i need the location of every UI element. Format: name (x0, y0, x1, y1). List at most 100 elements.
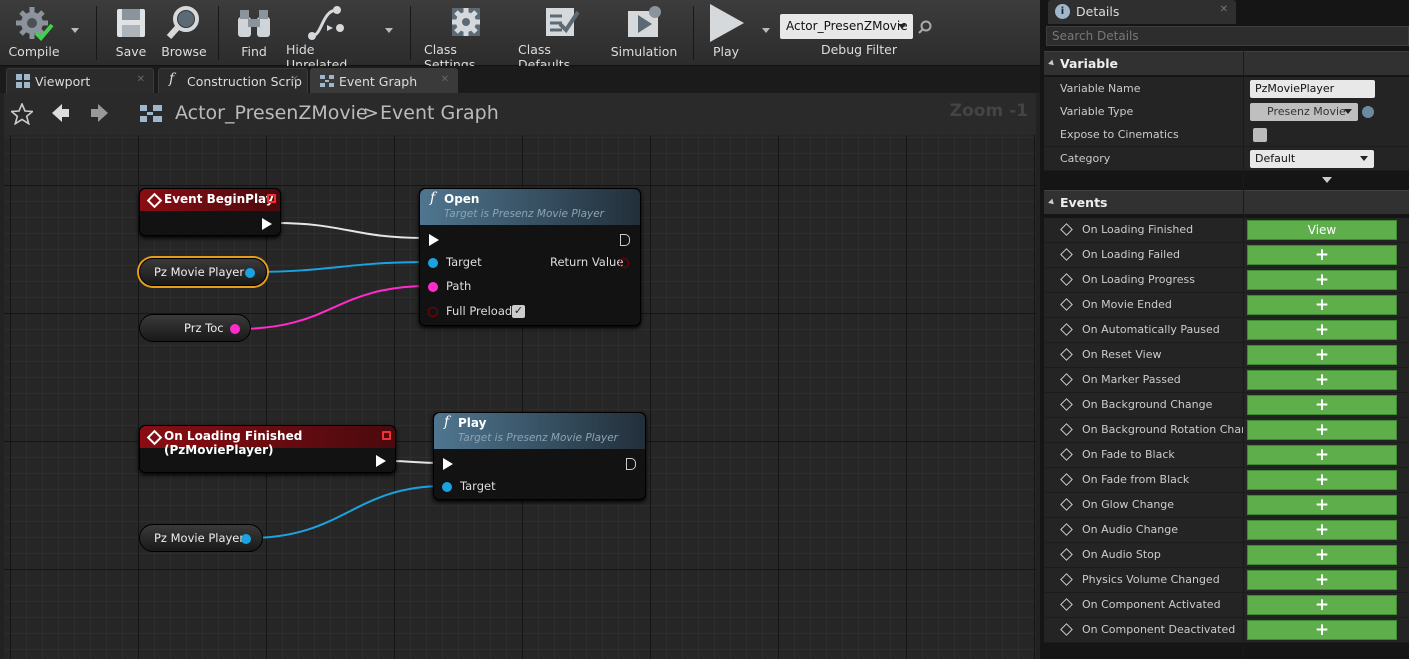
prz-toc-getter[interactable]: Prz Toc (139, 314, 251, 342)
exec-out-pin[interactable] (626, 458, 636, 470)
events-section-header[interactable]: Events (1044, 190, 1409, 214)
play-options-chevron-icon[interactable] (762, 28, 770, 33)
target-pin[interactable] (442, 482, 452, 492)
event-label: On Loading Failed (1082, 248, 1180, 261)
add-event-button[interactable]: + (1247, 345, 1397, 365)
variable-name-field[interactable]: PzMoviePlayer (1250, 80, 1375, 98)
event-diamond-icon (1060, 398, 1073, 411)
exec-out-pin[interactable] (620, 234, 630, 246)
event-label: On Component Deactivated (1082, 623, 1236, 636)
graph-canvas[interactable]: Event BeginPlay f Open Target is Presenz… (4, 135, 1036, 659)
add-event-button[interactable]: + (1247, 270, 1397, 290)
debug-search-icon[interactable] (918, 19, 932, 38)
save-button[interactable]: Save (110, 2, 152, 64)
function-icon: f (430, 190, 436, 206)
class-defaults-button[interactable]: Class Defaults (518, 2, 602, 72)
add-event-button[interactable]: + (1247, 495, 1397, 515)
getter-out-pin[interactable] (230, 324, 240, 334)
browse-button[interactable]: Browse (160, 2, 208, 64)
event-diamond-icon (1060, 523, 1073, 536)
add-event-button[interactable]: + (1247, 570, 1397, 590)
breadcrumb-blueprint[interactable]: Actor_PresenZMovie (175, 102, 368, 124)
exec-in-pin[interactable] (429, 234, 439, 246)
add-event-button[interactable]: + (1247, 620, 1397, 640)
details-tab[interactable]: i Details ✕ (1048, 0, 1236, 24)
event-diamond-icon (1060, 623, 1073, 636)
variable-section-header[interactable]: Variable (1044, 51, 1409, 75)
pz-movie-player-getter[interactable]: Pz Movie Player (139, 258, 267, 286)
gear-icon (446, 2, 486, 42)
open-function-node[interactable]: f Open Target is Presenz Movie Player Ta… (419, 188, 641, 326)
add-event-button[interactable]: + (1247, 595, 1397, 615)
pz-movie-player-getter-2[interactable]: Pz Movie Player (139, 524, 263, 552)
event-row: Physics Volume Changed + (1044, 568, 1409, 593)
browse-type-icon[interactable] (1362, 106, 1374, 118)
main-toolbar: Compile Save Browse Find Hide Unrelated … (0, 0, 1040, 72)
add-event-button[interactable]: + (1247, 420, 1397, 440)
close-icon[interactable]: ✕ (1220, 4, 1228, 15)
play-function-node[interactable]: f Play Target is Presenz Movie Player Ta… (433, 412, 646, 500)
add-event-button[interactable]: + (1247, 245, 1397, 265)
return-value-pin[interactable] (619, 258, 629, 268)
add-event-button[interactable]: + (1247, 545, 1397, 565)
advanced-expand-chevron-icon[interactable] (1322, 177, 1332, 183)
add-event-button[interactable]: + (1247, 295, 1397, 315)
hide-unrelated-button[interactable]: Hide Unrelated (286, 2, 368, 72)
return-value-label: Return Value (550, 255, 624, 269)
tab-event-graph[interactable]: Event Graph ✕ (310, 68, 458, 93)
close-icon[interactable]: ✕ (137, 74, 145, 85)
expose-cinematics-checkbox[interactable] (1253, 128, 1267, 142)
debug-object-select[interactable]: Actor_PresenZMovie (780, 14, 913, 39)
event-diamond-icon (1060, 373, 1073, 386)
play-button[interactable]: Play (704, 2, 748, 64)
zoom-level: Zoom -1 (949, 101, 1028, 121)
tab-viewport[interactable]: Viewport ✕ (6, 68, 154, 93)
event-diamond-icon (1060, 273, 1073, 286)
tab-viewport-label: Viewport (35, 74, 91, 89)
full-preload-checkbox[interactable]: ✓ (512, 305, 525, 318)
add-event-button[interactable]: + (1247, 395, 1397, 415)
on-loading-finished-event-node[interactable]: On Loading Finished (PzMoviePlayer) (139, 425, 396, 473)
path-pin[interactable] (428, 282, 438, 292)
event-diamond-icon (1060, 323, 1073, 336)
forward-arrow-icon[interactable] (90, 103, 110, 127)
add-event-button[interactable]: + (1247, 470, 1397, 490)
event-label: On Movie Ended (1082, 298, 1172, 311)
compile-options-chevron-icon[interactable] (71, 28, 79, 33)
target-pin[interactable] (428, 258, 438, 268)
event-delegate-icon (267, 194, 276, 203)
back-arrow-icon[interactable] (50, 103, 70, 127)
viewport-icon (15, 73, 31, 89)
expose-cinematics-row: Expose to Cinematics (1044, 123, 1409, 147)
hide-unrelated-chevron-icon[interactable] (385, 28, 393, 33)
category-select[interactable]: Default (1250, 150, 1374, 168)
simulation-button[interactable]: Simulation (611, 2, 677, 64)
exec-out-pin[interactable] (376, 455, 386, 467)
compile-icon (14, 2, 54, 44)
breadcrumb-graph[interactable]: Event Graph (380, 102, 499, 124)
compile-button[interactable]: Compile (8, 2, 60, 64)
add-event-button[interactable]: + (1247, 370, 1397, 390)
add-event-button[interactable]: + (1247, 445, 1397, 465)
event-label: On Audio Stop (1082, 548, 1161, 561)
getter-out-pin[interactable] (245, 268, 255, 278)
close-icon[interactable]: ✕ (441, 74, 449, 85)
event-diamond-icon (1060, 573, 1073, 586)
variable-type-select[interactable]: Presenz Movie (1250, 103, 1358, 121)
close-icon[interactable]: ✕ (291, 74, 299, 85)
exec-out-pin[interactable] (262, 218, 272, 230)
getter-out-pin[interactable] (241, 534, 251, 544)
view-event-button[interactable]: View (1247, 220, 1397, 240)
add-event-button[interactable]: + (1247, 320, 1397, 340)
on-loading-finished-title: On Loading Finished (PzMoviePlayer) (140, 426, 395, 457)
add-event-button[interactable]: + (1247, 520, 1397, 540)
find-button[interactable]: Find (232, 2, 276, 64)
event-beginplay-node[interactable]: Event BeginPlay (139, 188, 281, 236)
tab-construction-script[interactable]: f Construction Scrip ✕ (158, 68, 308, 93)
details-search-input[interactable]: Search Details (1046, 26, 1409, 46)
full-preload-pin[interactable] (428, 307, 438, 317)
star-icon[interactable] (9, 101, 35, 129)
exec-in-pin[interactable] (443, 458, 453, 470)
class-settings-button[interactable]: Class Settings (424, 2, 508, 72)
details-column-splitter[interactable] (1243, 48, 1244, 659)
